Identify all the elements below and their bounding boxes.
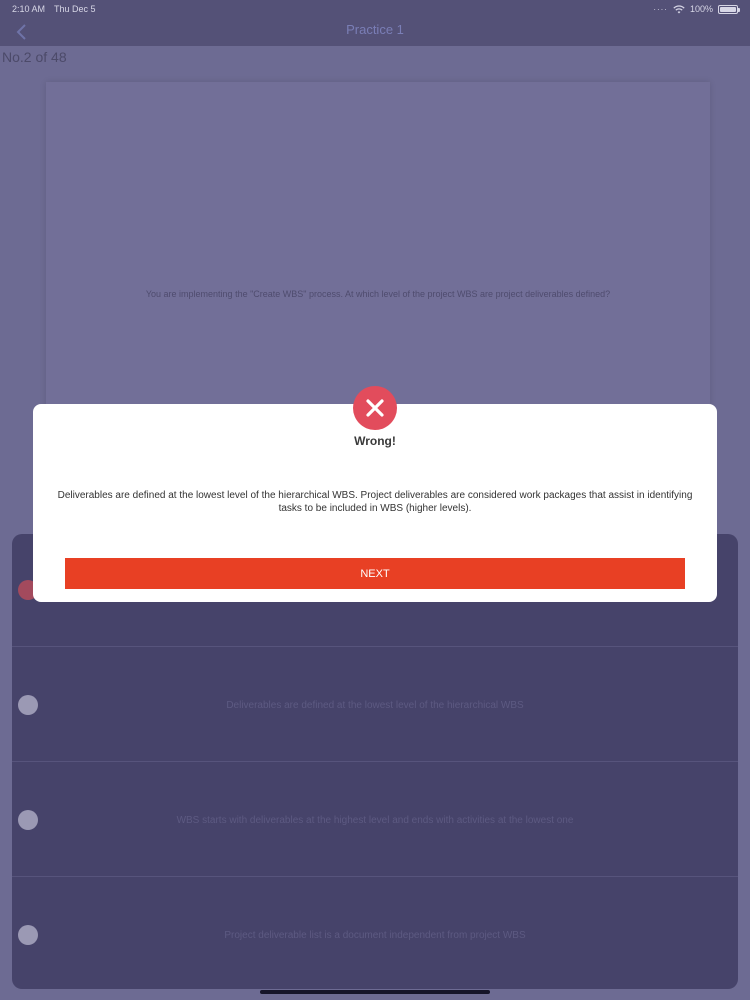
nav-title: Practice 1	[346, 22, 404, 37]
answers-list: Deliverables are defined at the lowest l…	[12, 534, 738, 989]
status-right: ···· 100%	[653, 4, 740, 14]
signal-dots-icon: ····	[653, 4, 668, 14]
status-date: Thu Dec 5	[54, 4, 96, 14]
x-icon-glyph	[366, 399, 384, 417]
modal-explanation: Deliverables are defined at the lowest l…	[57, 490, 693, 514]
nav-bar: Practice 1	[0, 18, 750, 46]
answer-option-2[interactable]: Deliverables are defined at the lowest l…	[12, 646, 738, 761]
status-time: 2:10 AM	[12, 4, 46, 14]
screen: 2:10 AM Thu Dec 5 ···· 100% Practice 1 N…	[0, 0, 750, 1000]
answer-text: WBS starts with deliverables at the high…	[176, 815, 574, 826]
battery-icon	[718, 4, 740, 14]
question-text: You are implementing the "Create WBS" pr…	[145, 289, 611, 299]
home-indicator	[260, 990, 490, 994]
next-button[interactable]: NEXT	[65, 558, 685, 589]
battery-percent: 100%	[689, 4, 713, 14]
answer-option-3[interactable]: WBS starts with deliverables at the high…	[12, 761, 738, 876]
status-bar: 2:10 AM Thu Dec 5 ···· 100%	[0, 0, 750, 18]
answer-text: Project deliverable list is a document i…	[224, 930, 526, 941]
wifi-icon	[673, 4, 685, 13]
modal-title: Wrong!	[354, 434, 396, 448]
answer-text: Deliverables are defined at the lowest l…	[226, 700, 524, 711]
result-modal: Wrong! Deliverables are defined at the l…	[33, 404, 717, 602]
question-progress: No.2 of 48	[2, 49, 67, 65]
answer-option-4[interactable]: Project deliverable list is a document i…	[12, 876, 738, 989]
x-icon	[353, 386, 397, 430]
